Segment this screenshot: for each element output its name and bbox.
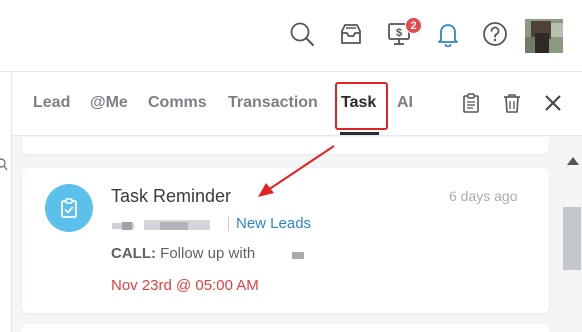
task-checklist-icon [45, 184, 93, 232]
task-call-line: CALL: Follow up with [111, 245, 255, 262]
close-icon[interactable] [542, 92, 564, 114]
task-title: Task Reminder [111, 186, 232, 206]
tab-comms[interactable]: Comms [148, 94, 207, 112]
scrollbar-thumb[interactable] [563, 207, 581, 270]
bell-icon[interactable] [434, 20, 462, 48]
notification-badge: 2 [405, 17, 422, 34]
search-icon[interactable] [288, 20, 316, 48]
tab-lead[interactable]: Lead [33, 94, 70, 112]
redacted-contact-name [292, 252, 304, 259]
help-icon[interactable] [481, 20, 509, 48]
scroll-up-arrow-icon[interactable] [567, 157, 579, 165]
separator [228, 216, 229, 231]
task-timestamp: 6 days ago [449, 188, 518, 204]
tab-ai[interactable]: AI [397, 94, 413, 112]
lead-category-link[interactable]: New Leads [236, 215, 311, 232]
left-content-edge [0, 72, 12, 332]
next-card [22, 324, 549, 332]
inbox-icon[interactable] [337, 20, 365, 48]
tab-transaction[interactable]: Transaction [228, 94, 318, 112]
call-label: CALL: [111, 245, 156, 262]
previous-card [22, 137, 549, 154]
svg-text:$: $ [396, 27, 402, 39]
annotation-highlight-box [335, 82, 388, 130]
tab-me[interactable]: @Me [90, 94, 128, 112]
trash-icon[interactable] [501, 92, 523, 114]
avatar[interactable] [525, 19, 563, 53]
search-icon [0, 158, 8, 171]
redacted-contact-name [160, 222, 188, 230]
billing-icon[interactable]: $ 2 [386, 17, 422, 48]
call-text: Follow up with [156, 245, 256, 262]
clipboard-icon[interactable] [460, 92, 482, 114]
task-due-date: Nov 23rd @ 05:00 AM [111, 277, 259, 294]
active-tab-indicator [340, 132, 379, 135]
redacted-contact-name [122, 222, 132, 230]
